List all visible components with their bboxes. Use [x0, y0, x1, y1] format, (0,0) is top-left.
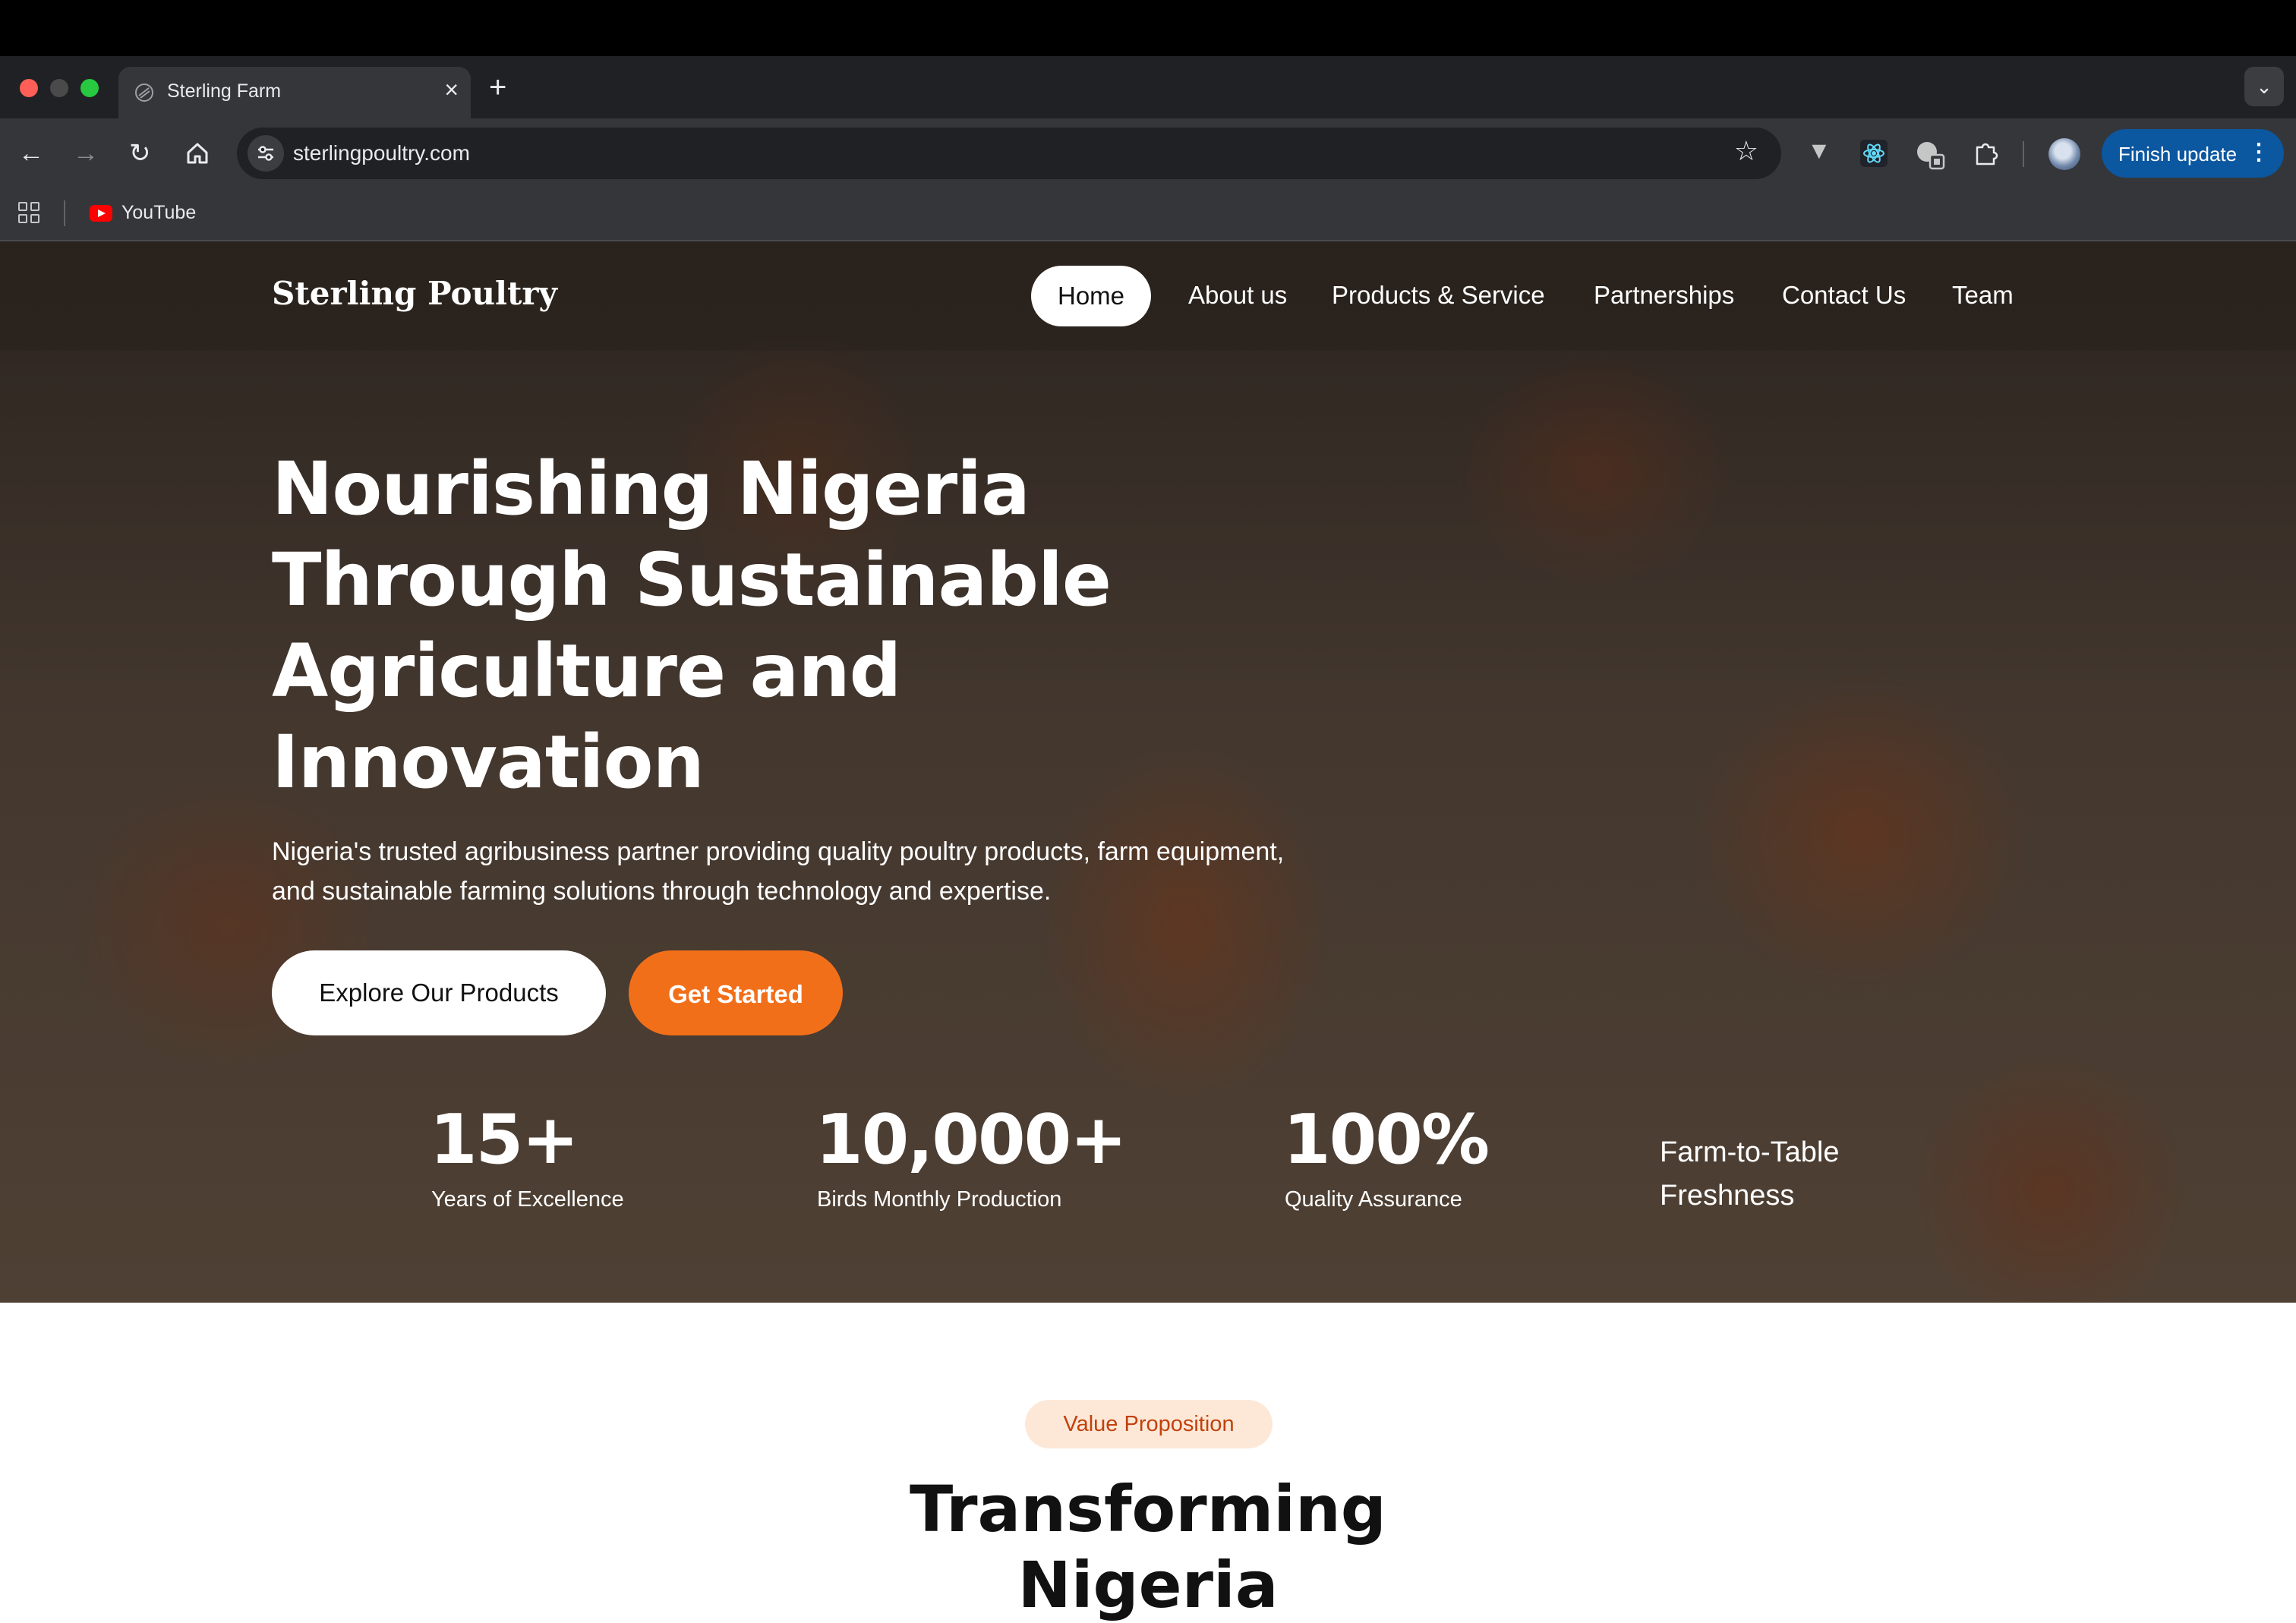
nav-about[interactable]: About us: [1188, 281, 1287, 310]
stat-freshness-label: Farm-to-Table Freshness: [1660, 1136, 1840, 1212]
hero-title: Nourishing Nigeria Through Sustainable A…: [272, 446, 1112, 805]
toolbar-divider: [2023, 141, 2024, 167]
tab-title: Sterling Farm: [167, 80, 282, 102]
hero-subtitle: Nigeria's trusted agribusiness partner p…: [272, 837, 1285, 906]
site-favicon-icon: [135, 84, 153, 102]
nav-products[interactable]: Products & Service: [1332, 281, 1545, 310]
explore-products-button[interactable]: Explore Our Products: [272, 950, 606, 1035]
stat-quality-value: 100%: [1283, 1100, 1490, 1180]
extension-badge-icon[interactable]: [1913, 138, 1947, 172]
get-started-button[interactable]: Get Started: [629, 950, 843, 1035]
url-text: sterlingpoultry.com: [293, 141, 470, 165]
bookmarks-divider: [64, 200, 65, 226]
bookmarks-bar: YouTube: [0, 188, 2296, 241]
maximize-window-button[interactable]: [80, 79, 99, 97]
profile-avatar[interactable]: [2048, 138, 2080, 170]
site-info-icon[interactable]: [248, 135, 284, 172]
minimize-window-button[interactable]: [50, 79, 68, 97]
value-proposition-badge: Value Proposition: [1025, 1400, 1273, 1448]
hero-section: Sterling Poultry Home About us Products …: [0, 241, 2296, 1303]
new-tab-button[interactable]: +: [489, 67, 506, 108]
finish-update-button[interactable]: Finish update ⋮: [2102, 129, 2284, 178]
stat-years-label: Years of Excellence: [431, 1187, 624, 1212]
tab-close-icon[interactable]: ×: [444, 76, 459, 104]
stat-years-value: 15+: [430, 1100, 579, 1180]
site-logo[interactable]: Sterling Poultry: [272, 275, 557, 312]
nav-contact[interactable]: Contact Us: [1782, 281, 1906, 310]
extensions-puzzle-icon[interactable]: [1971, 138, 2001, 169]
browser-tab[interactable]: Sterling Farm ×: [118, 67, 471, 118]
home-icon[interactable]: [184, 140, 211, 167]
section-heading: Transforming Nigeria: [910, 1472, 1386, 1622]
stat-quality-label: Quality Assurance: [1285, 1187, 1462, 1212]
nav-team[interactable]: Team: [1952, 281, 2014, 310]
screen-top-bar: [0, 0, 2296, 56]
back-arrow-icon[interactable]: ←: [18, 138, 44, 169]
finish-update-label: Finish update: [2118, 143, 2238, 165]
more-menu-icon[interactable]: ⋮: [2247, 139, 2270, 165]
bookmark-youtube[interactable]: YouTube: [121, 202, 196, 224]
site-navbar: Sterling Poultry Home About us Products …: [0, 241, 2296, 351]
youtube-icon: [90, 205, 112, 222]
tab-search-chevron-icon[interactable]: ⌄: [2244, 67, 2284, 106]
web-page: Sterling Poultry Home About us Products …: [0, 241, 2296, 1491]
stat-birds-label: Birds Monthly Production: [817, 1187, 1062, 1212]
close-window-button[interactable]: [20, 79, 38, 97]
forward-arrow-icon[interactable]: →: [73, 138, 99, 169]
stat-birds-value: 10,000+: [815, 1100, 1128, 1180]
react-devtools-icon[interactable]: [1859, 138, 1889, 169]
vuetify-extension-icon[interactable]: ▼: [1807, 137, 1831, 165]
apps-grid-icon[interactable]: [18, 202, 41, 225]
nav-partnerships[interactable]: Partnerships: [1594, 281, 1734, 310]
reload-icon[interactable]: ↻: [129, 138, 151, 169]
bookmark-star-icon[interactable]: ☆: [1734, 135, 1758, 167]
nav-home[interactable]: Home: [1031, 266, 1151, 326]
address-bar[interactable]: sterlingpoultry.com ☆: [237, 128, 1781, 179]
